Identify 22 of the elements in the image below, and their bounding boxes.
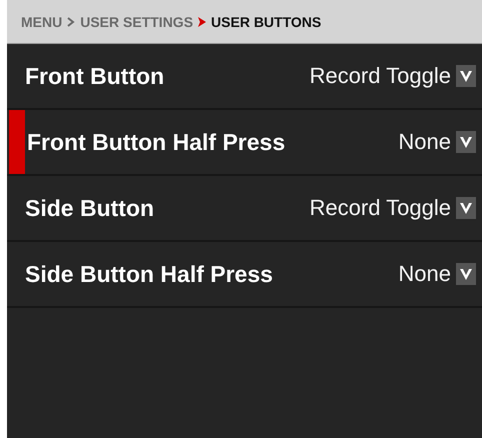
setting-value: None (398, 261, 451, 287)
setting-row[interactable]: Front Button Record Toggle (7, 44, 482, 110)
chevron-icon (198, 16, 206, 26)
setting-value: None (398, 129, 451, 155)
breadcrumb-item: USER BUTTONS (211, 14, 322, 30)
selection-marker (9, 110, 25, 174)
dropdown-icon[interactable] (456, 197, 476, 219)
setting-row[interactable]: Side Button Half Press None (7, 242, 482, 308)
setting-label: Side Button Half Press (25, 260, 274, 288)
breadcrumb-item[interactable]: USER SETTINGS (80, 14, 194, 30)
dropdown-icon[interactable] (456, 131, 476, 153)
chevron-icon (67, 16, 76, 26)
setting-label: Front Button (25, 62, 166, 90)
setting-value: Record Toggle (310, 195, 451, 221)
setting-label: Side Button (25, 194, 156, 222)
setting-row[interactable]: Front Button Half Press None (7, 110, 482, 176)
breadcrumb-item[interactable]: MENU (21, 14, 62, 30)
setting-row[interactable]: Side Button Record Toggle (7, 176, 482, 242)
setting-value: Record Toggle (310, 63, 451, 89)
dropdown-icon[interactable] (456, 65, 476, 87)
dropdown-icon[interactable] (456, 263, 476, 285)
setting-label: Front Button Half Press (27, 128, 286, 156)
